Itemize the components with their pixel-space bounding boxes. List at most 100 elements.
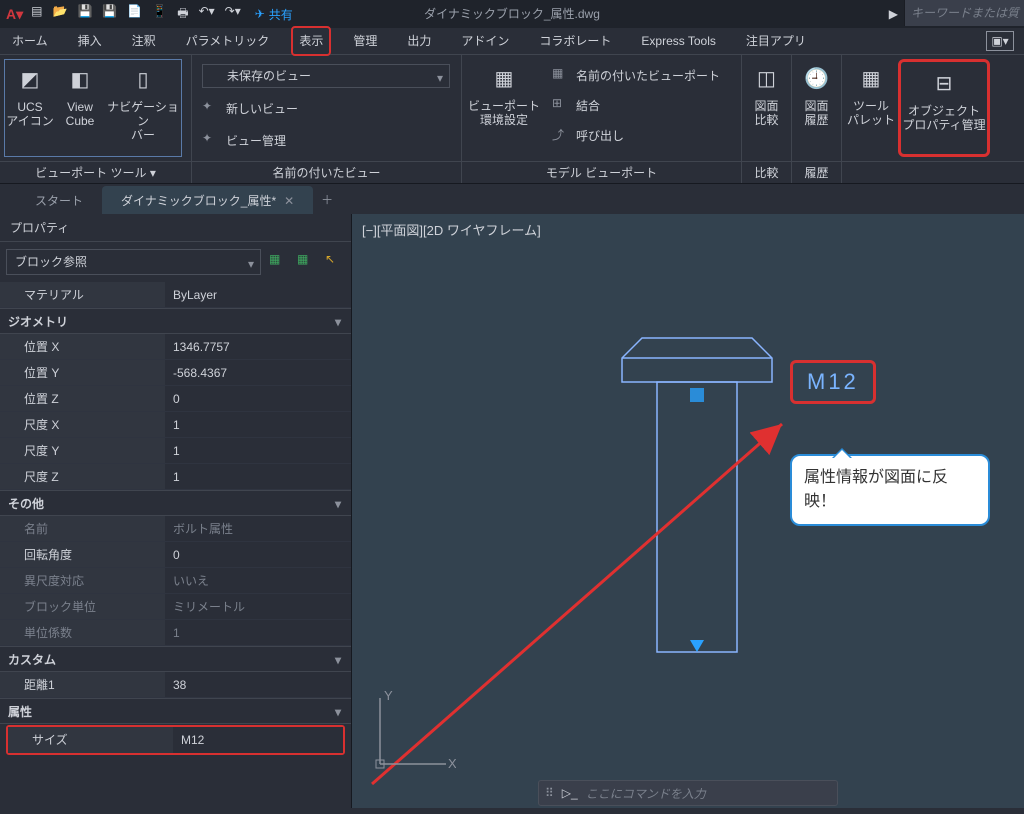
quick-access-toolbar: ▤ 📂 💾 💾 📄 📱 🖶 ↶▾ ↷▾ xyxy=(31,4,241,25)
palette-icon: ▦ xyxy=(855,63,887,95)
tool-palette-button[interactable]: ▦ ツール パレット xyxy=(846,59,896,157)
annotation-callout: 属性情報が図面に反映！ xyxy=(790,454,990,526)
ucs-icon: ◩ xyxy=(14,64,46,96)
share-button[interactable]: ✈ 共有 xyxy=(255,6,293,23)
ucs-icon-button[interactable]: ◩UCS アイコン xyxy=(5,60,55,156)
share-label: 共有 xyxy=(269,6,293,23)
viewport-config-label: ビューポート 環境設定 xyxy=(468,99,540,127)
tab-parametric[interactable]: パラメトリック xyxy=(186,28,270,54)
dwg-history-button[interactable]: 🕘図面 履歴 xyxy=(796,59,837,157)
prop-scalez-key: 尺度 Z xyxy=(0,464,165,489)
prop-blockunit-value: ミリメートル xyxy=(165,594,351,619)
prop-rotation-key: 回転角度 xyxy=(0,542,165,567)
object-properties-button[interactable]: ⊟オブジェクト プロパティ管理 xyxy=(901,64,987,132)
prop-size-value[interactable]: M12 xyxy=(173,727,343,753)
title-bar: A▾ ▤ 📂 💾 💾 📄 📱 🖶 ↶▾ ↷▾ ✈ 共有 ダイナミックブロック_属… xyxy=(0,0,1024,28)
tab-featured[interactable]: 注目アプリ xyxy=(746,28,806,54)
tab-collaborate[interactable]: コラボレート xyxy=(539,28,611,54)
svg-text:Y: Y xyxy=(384,688,393,703)
quick-select-icon[interactable]: ▦ xyxy=(269,252,289,272)
view-manage-button[interactable]: ビュー管理 xyxy=(226,132,286,149)
star-icon: ✦ xyxy=(202,99,220,117)
new-tab-button[interactable]: ＋ xyxy=(313,186,341,214)
compare-label: 図面 比較 xyxy=(754,99,778,127)
prop-distance-value[interactable]: 38 xyxy=(165,672,351,697)
svg-text:X: X xyxy=(448,756,456,771)
history-icon: 🕘 xyxy=(801,63,833,95)
prop-posz-value[interactable]: 0 xyxy=(165,386,351,411)
overflow-icon[interactable]: ▶ xyxy=(889,0,898,28)
saveas-icon[interactable]: 💾 xyxy=(102,4,117,25)
tab-view[interactable]: 表示 xyxy=(291,26,331,56)
ribbon-menu-icon[interactable]: ▣▾ xyxy=(986,31,1014,51)
prop-blockunit-key: ブロック単位 xyxy=(0,594,165,619)
drawing-canvas[interactable]: [−][平面図][2D ワイヤフレーム] M12 属性情報が図面に反映！ xyxy=(352,214,1024,808)
prop-annotative-key: 異尺度対応 xyxy=(0,568,165,593)
save-icon[interactable]: 💾 xyxy=(77,4,92,25)
prop-scalez-value[interactable]: 1 xyxy=(165,464,351,489)
print-icon[interactable]: 🖶 xyxy=(177,4,188,25)
tab-express[interactable]: Express Tools xyxy=(641,28,715,54)
tab-insert[interactable]: 挿入 xyxy=(78,28,102,54)
tab-output[interactable]: 出力 xyxy=(407,28,431,54)
panel-label-blank xyxy=(842,161,1024,183)
send-icon[interactable]: 📄 xyxy=(127,4,142,25)
navbar-button[interactable]: ▯ナビゲーション バー xyxy=(105,60,181,156)
section-other[interactable]: その他▾ xyxy=(0,490,351,516)
prop-posx-value[interactable]: 1346.7757 xyxy=(165,334,351,359)
phone-icon[interactable]: 📱 xyxy=(152,4,167,25)
viewcube-button[interactable]: ◧ View Cube xyxy=(55,60,105,156)
select-objects-icon[interactable]: ▦ xyxy=(297,252,317,272)
tab-annotate[interactable]: 注釈 xyxy=(132,28,156,54)
search-input[interactable]: キーワードまたは質 xyxy=(904,0,1024,26)
viewcube-label: View Cube xyxy=(66,100,95,128)
cube-icon: ◧ xyxy=(64,64,96,96)
prop-name-value: ボルト属性 xyxy=(165,516,351,541)
tab-start[interactable]: スタート xyxy=(16,186,102,214)
prop-annotative-value: いいえ xyxy=(165,568,351,593)
viewport-config-button[interactable]: ▦ ビューポート 環境設定 xyxy=(466,59,542,157)
ucs-axis-icon: Y X xyxy=(366,688,456,778)
close-icon[interactable]: ✕ xyxy=(284,194,294,208)
named-viewport-button[interactable]: ▦名前の付いたビューポート xyxy=(552,63,720,87)
dwg-compare-button[interactable]: ◫図面 比較 xyxy=(746,59,787,157)
merge-button[interactable]: ⊞結合 xyxy=(552,93,720,117)
section-attributes[interactable]: 属性▾ xyxy=(0,698,351,724)
viewport-config-icon: ▦ xyxy=(488,63,520,95)
cmd-handle-icon[interactable]: ⠿ xyxy=(545,786,554,800)
command-line[interactable]: ⠿ ▷_ ここにコマンドを入力 xyxy=(538,780,838,806)
redo-icon[interactable]: ↷▾ xyxy=(225,4,241,25)
callout-icon: ⤴ xyxy=(552,126,570,144)
tab-manage[interactable]: 管理 xyxy=(353,28,377,54)
tab-home[interactable]: ホーム xyxy=(12,28,48,54)
callout-button[interactable]: ⤴呼び出し xyxy=(552,123,720,147)
undo-icon[interactable]: ↶▾ xyxy=(199,4,215,25)
prop-material-value[interactable]: ByLayer xyxy=(165,282,351,307)
prop-scalex-value[interactable]: 1 xyxy=(165,412,351,437)
document-title: ダイナミックブロック_属性.dwg xyxy=(424,0,600,28)
properties-label: オブジェクト プロパティ管理 xyxy=(902,104,985,132)
section-geometry[interactable]: ジオメトリ▾ xyxy=(0,308,351,334)
tab-active-doc[interactable]: ダイナミックブロック_属性*✕ xyxy=(102,186,313,214)
prop-size-key: サイズ xyxy=(8,727,173,753)
panel-label-model-viewport: モデル ビューポート xyxy=(462,161,741,183)
section-custom[interactable]: カスタム▾ xyxy=(0,646,351,672)
prop-posy-key: 位置 Y xyxy=(0,360,165,385)
new-view-button[interactable]: 新しいビュー xyxy=(226,100,298,117)
cursor-icon[interactable]: ↖ xyxy=(325,252,345,272)
ribbon: ◩UCS アイコン ◧ View Cube ▯ナビゲーション バー ビューポート … xyxy=(0,54,1024,184)
prop-name-key: 名前 xyxy=(0,516,165,541)
panel-label-history: 履歴 xyxy=(792,161,841,183)
prop-posy-value[interactable]: -568.4367 xyxy=(165,360,351,385)
tool-palette-label: ツール パレット xyxy=(847,99,895,127)
open-icon[interactable]: 📂 xyxy=(52,4,67,25)
panel-label-compare: 比較 xyxy=(742,161,791,183)
new-icon[interactable]: ▤ xyxy=(31,4,42,25)
prop-material-key: マテリアル xyxy=(0,282,165,307)
prop-rotation-value[interactable]: 0 xyxy=(165,542,351,567)
object-type-selector[interactable]: ブロック参照 xyxy=(6,249,261,275)
manage-icon: ✦ xyxy=(202,131,220,149)
prop-scaley-value[interactable]: 1 xyxy=(165,438,351,463)
view-combo[interactable]: 未保存のビュー xyxy=(202,64,450,88)
tab-addins[interactable]: アドイン xyxy=(461,28,509,54)
